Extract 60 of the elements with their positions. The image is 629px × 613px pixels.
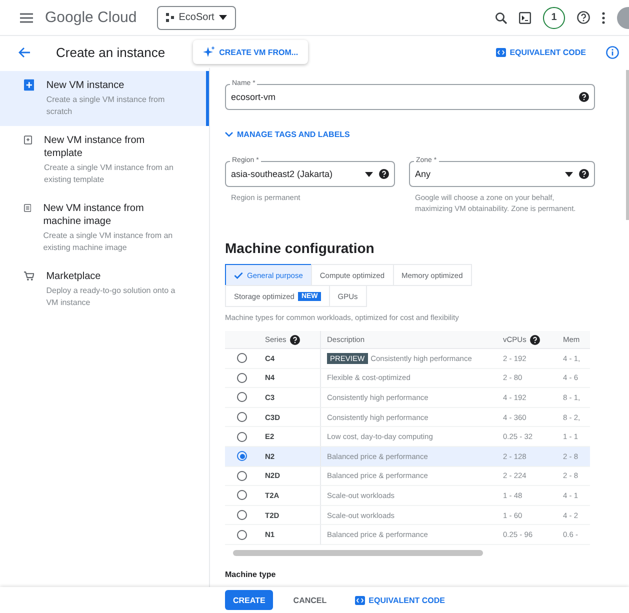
dropdown-caret-icon: [219, 15, 228, 20]
dropdown-caret-icon: [565, 172, 573, 176]
terminal-icon[interactable]: [519, 12, 531, 24]
radio-button[interactable]: [237, 432, 247, 442]
code-icon: [354, 596, 365, 604]
radio-button[interactable]: [237, 372, 247, 383]
manage-tags-link[interactable]: MANAGE TAGS AND LABELS: [225, 130, 350, 139]
item-description: Deploy a ready-to-go solution onto a VM instance: [46, 285, 176, 309]
dropdown-caret-icon: [365, 172, 373, 176]
document-icon: [24, 79, 34, 91]
check-icon: [234, 272, 243, 278]
radio-button[interactable]: [237, 530, 247, 540]
sidebar-item[interactable]: New VM instance from template Create a single VM instance from an existing template: [0, 126, 209, 194]
radio-button[interactable]: [237, 470, 247, 481]
equivalent-code-button[interactable]: EQUIVALENT CODE: [346, 590, 453, 610]
item-title: New VM instance from template: [44, 134, 146, 160]
info-icon[interactable]: [606, 46, 619, 58]
help-icon[interactable]: [530, 334, 540, 344]
cart-icon: [24, 270, 34, 282]
hierarchy-icon: [166, 13, 174, 22]
sparkle-icon: [203, 46, 216, 58]
page-title: Create an instance: [56, 44, 166, 60]
help-icon[interactable]: [577, 11, 590, 24]
item-title: Marketplace: [46, 270, 102, 283]
sidebar-item[interactable]: Marketplace Deploy a ready-to-go solution onto a VM instance: [0, 262, 209, 317]
radio-button[interactable]: [237, 353, 247, 364]
search-icon[interactable]: [495, 12, 507, 24]
more-icon[interactable]: [602, 12, 605, 24]
project-picker[interactable]: EcoSort: [156, 6, 236, 30]
image-file-icon: [24, 202, 32, 214]
radio-button[interactable]: [237, 392, 247, 402]
radio-button[interactable]: [237, 412, 247, 422]
cancel-button[interactable]: CANCEL: [285, 590, 335, 610]
radio-button[interactable]: [237, 451, 247, 462]
help-icon[interactable]: [379, 169, 389, 179]
help-icon[interactable]: [579, 92, 589, 102]
sidebar-item[interactable]: New VM instance Create a single VM instance from scratch: [0, 71, 209, 126]
radio-button[interactable]: [237, 490, 247, 500]
field-label: Machine type: [225, 570, 277, 579]
back-arrow-icon[interactable]: [18, 46, 30, 58]
code-icon: [496, 48, 506, 56]
item-description: Create a single VM instance from an existing machine image: [43, 230, 174, 254]
create-button[interactable]: CREATE: [225, 590, 274, 610]
chevron-icon: [225, 132, 233, 137]
section-heading: Machine configuration: [225, 240, 376, 256]
create-vm-from-button[interactable]: CREATE VM FROM...: [193, 40, 308, 64]
equivalent-code-link[interactable]: EQUIVALENT CODE: [492, 48, 590, 56]
item-title: New VM instance: [46, 79, 126, 92]
notification-count[interactable]: 1: [543, 6, 565, 28]
sidebar-item[interactable]: New VM instance from machine image Create a single VM instance from an existing machine image: [0, 194, 209, 262]
menu-icon[interactable]: [20, 12, 33, 22]
item-description: Create a single VM instance from scratch: [46, 94, 166, 118]
horizontal-scrollbar[interactable]: [233, 550, 483, 556]
radio-button[interactable]: [237, 510, 247, 520]
product-logo[interactable]: Google Cloud: [45, 9, 137, 26]
item-description: Create a single VM instance from an existing template: [44, 162, 174, 186]
help-icon[interactable]: [579, 169, 589, 179]
item-title: New VM instance from machine image: [43, 202, 145, 228]
template-icon: [24, 134, 32, 146]
help-icon[interactable]: [290, 334, 300, 344]
